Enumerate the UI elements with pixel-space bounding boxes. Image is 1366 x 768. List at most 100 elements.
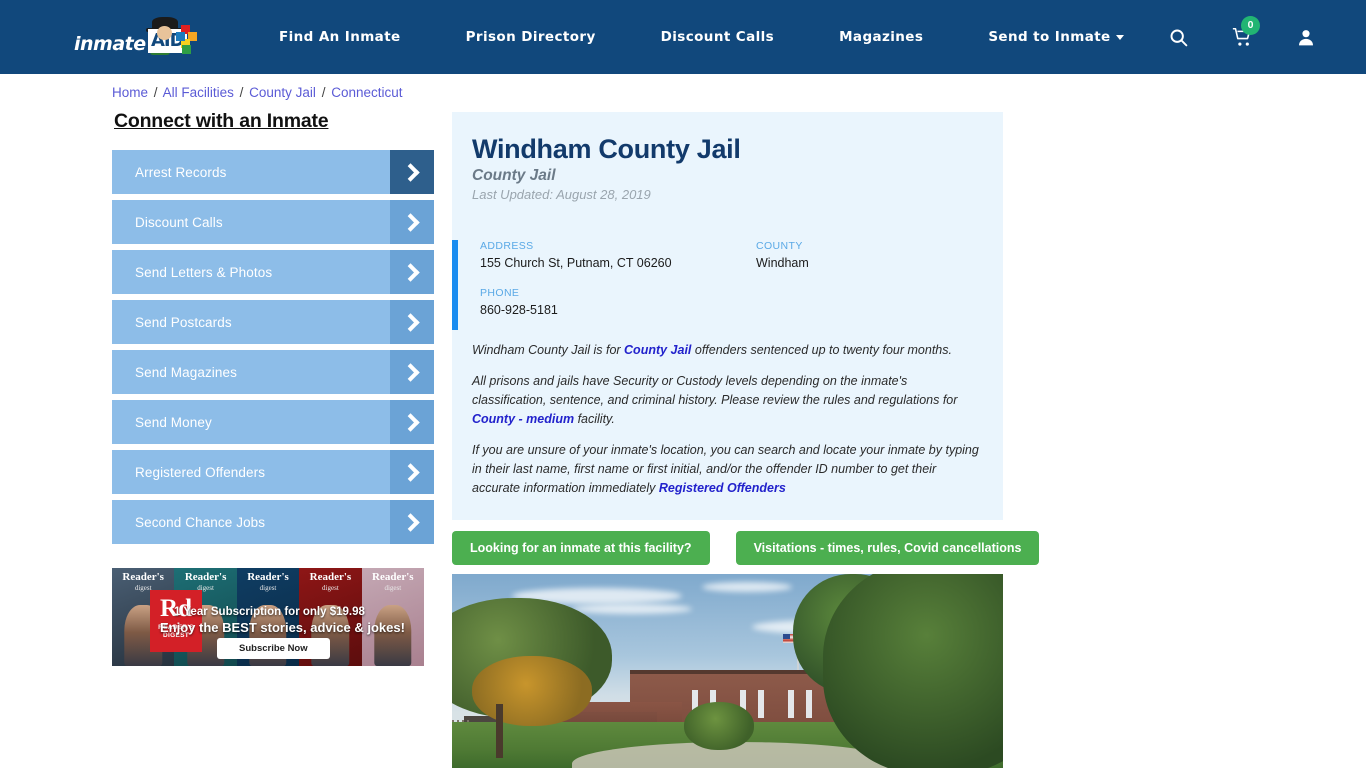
- chevron-right-icon: [390, 150, 434, 194]
- county-value: Windham: [756, 256, 809, 270]
- sidebar-item-label: Registered Offenders: [135, 464, 266, 480]
- photo-tree: [684, 702, 754, 750]
- breadcrumb-separator: /: [153, 85, 158, 100]
- user-account-icon[interactable]: [1296, 27, 1316, 48]
- description-paragraph-1: Windham County Jail is for County Jail o…: [472, 341, 979, 360]
- breadcrumb-item-home[interactable]: Home: [112, 85, 148, 100]
- sidebar-item-label: Send Postcards: [135, 314, 232, 330]
- sidebar-item-send-letters-photos[interactable]: Send Letters & Photos: [112, 250, 434, 294]
- county-label: COUNTY: [756, 240, 803, 252]
- sidebar-item-label: Arrest Records: [135, 164, 227, 180]
- link-county-jail[interactable]: County Jail: [624, 343, 691, 357]
- logo-pinwheel-icon: [176, 25, 197, 54]
- nav-item-prison-directory[interactable]: Prison Directory: [466, 29, 596, 45]
- nav-label: Prison Directory: [465, 29, 596, 45]
- accent-bar: [452, 240, 458, 330]
- ad-brand-sub: digest: [384, 584, 402, 592]
- facility-type-subtitle: County Jail: [472, 167, 556, 184]
- phone-label: PHONE: [480, 287, 520, 299]
- photo-tree-autumn: [472, 656, 592, 726]
- description-paragraph-3: If you are unsure of your inmate's locat…: [472, 441, 979, 498]
- ad-brand-sub: digest: [259, 584, 277, 592]
- sidebar-item-label: Second Chance Jobs: [135, 514, 266, 530]
- facility-photo: [452, 574, 1003, 768]
- breadcrumb: Home / All Facilities / County Jail / Co…: [112, 85, 403, 100]
- nav-label: Discount Calls: [660, 29, 775, 45]
- p2-text-a: All prisons and jails have Security or C…: [472, 374, 958, 407]
- phone-value: 860-928-5181: [480, 303, 558, 317]
- site-header: inmate AID Find An Inmate Prison Directo…: [0, 0, 1366, 74]
- sidebar-item-label: Send Money: [135, 414, 212, 430]
- chevron-right-icon: [390, 250, 434, 294]
- nav-item-magazines[interactable]: Magazines: [839, 29, 923, 45]
- ad-brand: Reader's: [247, 571, 289, 583]
- cart-count-badge: 0: [1241, 15, 1260, 35]
- description-paragraph-2: All prisons and jails have Security or C…: [472, 372, 979, 429]
- photo-cloud: [702, 582, 792, 592]
- sidebar-item-registered-offenders[interactable]: Registered Offenders: [112, 450, 434, 494]
- facility-info-block: ADDRESS 155 Church St, Putnam, CT 06260 …: [452, 240, 1003, 335]
- chevron-right-icon: [390, 300, 434, 344]
- sidebar-item-send-magazines[interactable]: Send Magazines: [112, 350, 434, 394]
- advertisement-banner[interactable]: Reader's digest Reader's digest Reader's di…: [112, 568, 424, 666]
- p1-text-b: offenders sentenced up to twenty four mo…: [691, 343, 952, 357]
- page-title: Windham County Jail: [472, 134, 741, 164]
- chevron-right-icon: [390, 200, 434, 244]
- nav-label: Send to Inmate: [988, 29, 1111, 45]
- last-updated-text: Last Updated: August 28, 2019: [472, 187, 651, 202]
- breadcrumb-item-connecticut[interactable]: Connecticut: [331, 85, 402, 100]
- facility-description: Windham County Jail is for County Jail o…: [452, 335, 1003, 520]
- photo-cloud: [572, 604, 692, 614]
- main-navigation: Find An Inmate Prison Directory Discount…: [279, 29, 1124, 45]
- chevron-right-icon: [390, 400, 434, 444]
- nav-label: Magazines: [839, 29, 924, 45]
- address-value: 155 Church St, Putnam, CT 06260: [480, 256, 672, 270]
- looking-for-inmate-button[interactable]: Looking for an inmate at this facility?: [452, 531, 710, 565]
- ad-brand: Reader's: [122, 571, 164, 583]
- sidebar-item-discount-calls[interactable]: Discount Calls: [112, 200, 434, 244]
- sidebar-item-send-postcards[interactable]: Send Postcards: [112, 300, 434, 344]
- nav-label: Find An Inmate: [279, 29, 401, 45]
- ad-brand: Reader's: [309, 571, 352, 583]
- photo-tree: [823, 574, 1003, 768]
- header-icon-group: 0: [1126, 0, 1316, 74]
- chevron-right-icon: [390, 350, 434, 394]
- ad-brand-sub: digest: [322, 584, 339, 592]
- logo-wordmark: inmate: [74, 33, 146, 55]
- info-column-left: ADDRESS 155 Church St, Putnam, CT 06260 …: [480, 240, 756, 317]
- facility-action-buttons: Looking for an inmate at this facility? …: [452, 531, 1040, 565]
- breadcrumb-item-county-jail[interactable]: County Jail: [249, 85, 316, 100]
- breadcrumb-separator: /: [321, 85, 326, 100]
- chevron-down-icon: [1115, 34, 1124, 40]
- chevron-right-icon: [390, 500, 434, 544]
- sidebar-title: Connect with an Inmate: [114, 110, 329, 132]
- p2-text-b: facility.: [574, 412, 615, 426]
- nav-item-discount-calls[interactable]: Discount Calls: [661, 29, 774, 45]
- ad-brand: Reader's: [372, 571, 414, 583]
- search-icon[interactable]: [1168, 27, 1189, 48]
- visitations-info-button[interactable]: Visitations - times, rules, Covid cancel…: [735, 531, 1040, 565]
- breadcrumb-separator: /: [239, 85, 244, 100]
- nav-item-find-an-inmate[interactable]: Find An Inmate: [279, 29, 401, 45]
- facility-detail-panel: Windham County Jail County Jail Last Upd…: [452, 112, 1003, 520]
- ad-headline-1: 1 Year Subscription for only $19.98: [174, 606, 365, 618]
- site-logo[interactable]: inmate AID: [72, 15, 197, 59]
- sidebar-item-label: Send Magazines: [135, 364, 237, 380]
- p1-text-a: Windham County Jail is for: [472, 343, 625, 357]
- link-county-medium[interactable]: County - medium: [472, 412, 574, 426]
- nav-item-send-to-inmate[interactable]: Send to Inmate: [988, 29, 1124, 45]
- sidebar-item-send-money[interactable]: Send Money: [112, 400, 434, 444]
- link-registered-offenders[interactable]: Registered Offenders: [659, 481, 786, 495]
- sidebar-item-arrest-records[interactable]: Arrest Records: [112, 150, 434, 194]
- breadcrumb-item-all-facilities[interactable]: All Facilities: [163, 85, 234, 100]
- sidebar-item-second-chance-jobs[interactable]: Second Chance Jobs: [112, 500, 434, 544]
- shopping-cart-icon[interactable]: 0: [1231, 15, 1260, 48]
- ad-brand: Reader's: [184, 571, 227, 583]
- info-column-right: COUNTY Windham: [756, 240, 976, 317]
- chevron-right-icon: [390, 450, 434, 494]
- address-label: ADDRESS: [480, 240, 534, 252]
- sidebar-item-label: Discount Calls: [135, 214, 223, 230]
- ad-headline-2: Enjoy the BEST stories, advice & jokes!: [160, 620, 405, 635]
- sidebar: Connect with an Inmate Arrest Records Di…: [112, 110, 434, 550]
- ad-subscribe-now-button[interactable]: Subscribe Now: [217, 638, 330, 659]
